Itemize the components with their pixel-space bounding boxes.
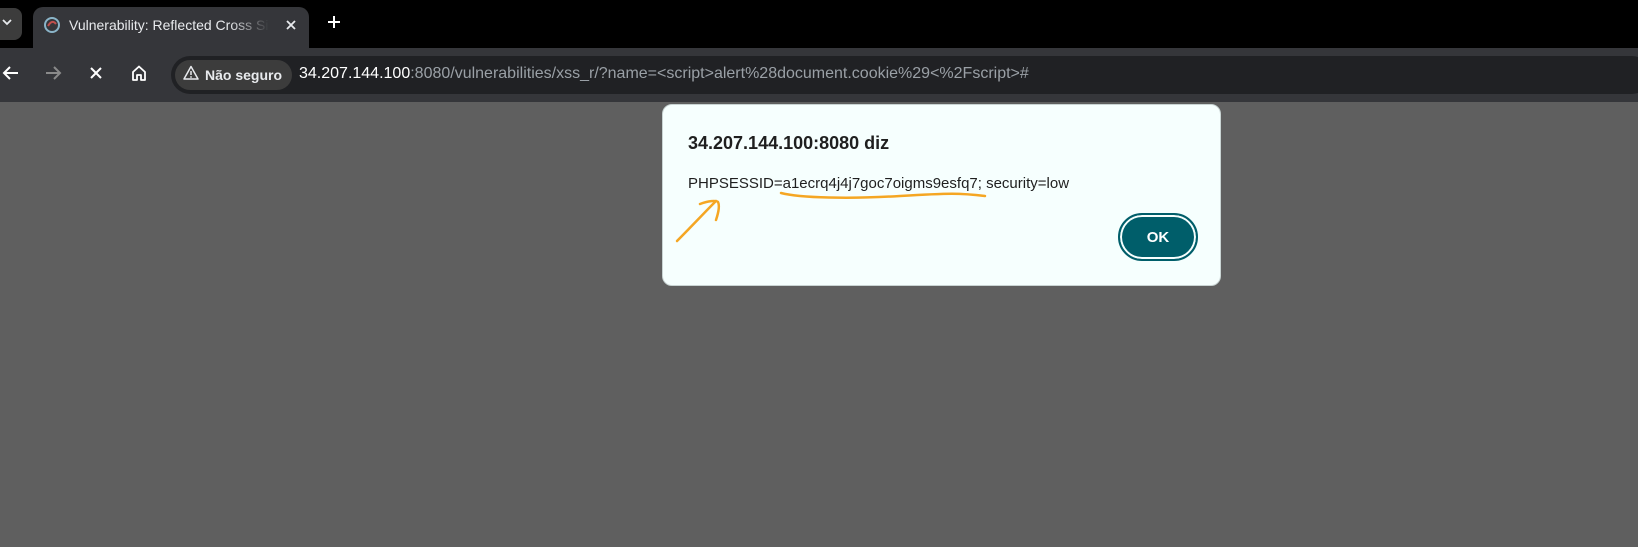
browser-toolbar: Não seguro 34.207.144.100:8080/vulnerabi…	[0, 48, 1638, 102]
stop-icon	[88, 65, 104, 86]
dialog-message: PHPSESSID=a1ecrq4j4j7goc7oigms9esfq7; se…	[688, 175, 1070, 192]
back-button[interactable]	[0, 62, 24, 88]
site-info-chip[interactable]: Não seguro	[175, 60, 293, 90]
close-icon[interactable]	[281, 15, 301, 35]
stop-button[interactable]	[83, 62, 109, 88]
new-tab-button[interactable]	[322, 12, 346, 36]
warning-icon	[183, 65, 199, 86]
tab-strip: Vulnerability: Reflected Cross Site Scri…	[0, 0, 1638, 48]
security-label: Não seguro	[205, 67, 283, 83]
url-text[interactable]: 34.207.144.100:8080/vulnerabilities/xss_…	[299, 65, 1029, 83]
alert-dialog: 34.207.144.100:8080 diz PHPSESSID=a1ecrq…	[662, 104, 1221, 286]
tab-search-button[interactable]	[0, 8, 22, 40]
url-host: 34.207.144.100	[299, 65, 411, 82]
dvwa-favicon-icon	[43, 16, 61, 34]
tab-title: Vulnerability: Reflected Cross Site Scri…	[69, 17, 269, 33]
url-path: :8080/vulnerabilities/xss_r/?name=<scrip…	[410, 65, 1029, 82]
back-arrow-icon	[2, 64, 20, 87]
home-button[interactable]	[126, 62, 152, 88]
plus-icon	[327, 15, 341, 34]
active-tab[interactable]: Vulnerability: Reflected Cross Site Scri…	[33, 7, 309, 48]
forward-button[interactable]	[40, 62, 66, 88]
chevron-down-icon	[1, 15, 13, 33]
forward-arrow-icon	[44, 64, 62, 87]
dialog-title: 34.207.144.100:8080 diz	[688, 133, 890, 153]
ok-button[interactable]: OK	[1118, 213, 1198, 261]
home-icon	[130, 64, 148, 87]
address-bar[interactable]: Não seguro 34.207.144.100:8080/vulnerabi…	[171, 56, 1638, 94]
